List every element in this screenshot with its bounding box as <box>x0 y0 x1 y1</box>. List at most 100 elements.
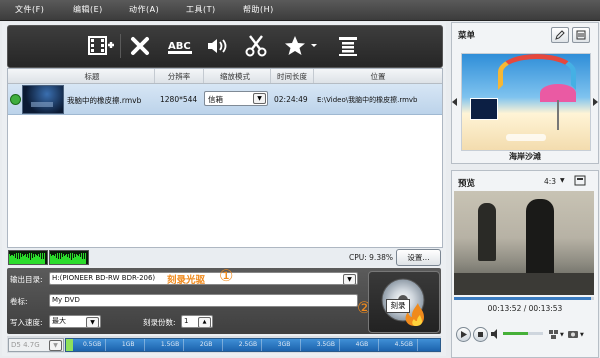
col-duration[interactable]: 时间长度 <box>271 71 313 82</box>
video-thumbnail <box>22 85 64 114</box>
output-dir-label: 输出目录: <box>10 275 43 284</box>
angle-icon[interactable] <box>548 328 560 340</box>
volume-label: 卷标: <box>10 297 28 306</box>
stop-icon[interactable] <box>473 327 488 342</box>
menu-file[interactable]: 文件(F) <box>15 4 44 15</box>
burn-label: 刻录 <box>386 299 410 313</box>
aspect-ratio[interactable]: 4:3 <box>544 177 556 186</box>
table-row[interactable]: 我脑中的橡皮擦.rmvb 1280*544 信箱 ▼ 02:24:49 E:\V… <box>8 84 442 115</box>
add-video-icon[interactable] <box>87 33 115 59</box>
next-arrow-icon[interactable] <box>592 98 598 106</box>
menu-nav-bar <box>506 134 546 141</box>
fullscreen-icon[interactable] <box>574 175 586 186</box>
col-zoom-mode[interactable]: 缩放模式 <box>204 71 266 82</box>
menu-bar: 文件(F) 编辑(E) 动作(A) 工具(T) 帮助(H) <box>0 0 600 21</box>
capacity-used <box>66 339 74 351</box>
seek-track[interactable] <box>454 297 594 300</box>
figure-left <box>478 203 496 261</box>
chevron-down-icon[interactable]: ▼ <box>560 177 565 184</box>
capacity-tick-label: 1.5GB <box>160 341 180 348</box>
menu-edit[interactable]: 编辑(E) <box>73 4 103 15</box>
chevron-down-icon[interactable]: ▼ <box>580 332 584 338</box>
volume-icon[interactable] <box>491 329 501 339</box>
prev-arrow-icon[interactable] <box>452 98 458 106</box>
status-bar: CPU: 9.38% 设置... <box>7 248 441 266</box>
volume-level <box>503 332 528 335</box>
cell-duration: 02:24:49 <box>274 95 308 104</box>
effects-icon[interactable] <box>282 33 322 59</box>
col-resolution[interactable]: 分辨率 <box>155 71 203 82</box>
chevron-down-icon[interactable]: ▼ <box>560 332 564 338</box>
edit-icon[interactable] <box>551 27 569 43</box>
list-icon[interactable] <box>572 27 590 43</box>
stepper-arrows-icon[interactable]: ▲ <box>198 317 211 327</box>
chevron-down-icon[interactable]: ▼ <box>253 93 266 104</box>
cell-resolution: 1280*544 <box>160 95 198 104</box>
capacity-tick-label: 3GB <box>277 341 291 348</box>
volume-value: My DVD <box>52 296 80 304</box>
menu-template-name: 海岸沙滩 <box>509 152 541 161</box>
capacity-tick <box>221 339 223 351</box>
audio-icon[interactable] <box>204 33 232 59</box>
thumbnail-frame <box>470 98 498 120</box>
preview-panel: 预览 4:3 ▼ 00:13:52 / 00:13:53 ▼ ▼ <box>451 170 599 358</box>
capacity-tick-label: 4GB <box>355 341 369 348</box>
chevron-down-icon[interactable]: ▼ <box>343 274 356 284</box>
write-speed-label: 写入速度: <box>10 318 43 327</box>
menu-help[interactable]: 帮助(H) <box>243 4 274 15</box>
copies-stepper[interactable]: 1 ▲ <box>181 315 213 328</box>
col-location[interactable]: 位置 <box>314 71 442 82</box>
capacity-tick <box>299 339 301 351</box>
video-preview[interactable] <box>454 191 594 295</box>
capacity-tick <box>260 339 262 351</box>
output-dir-value: H:(PIONEER BD-RW BDR-206) <box>52 274 156 282</box>
capacity-tick-label: 2.5GB <box>238 341 258 348</box>
capacity-tick-label: 0.5GB <box>82 341 102 348</box>
col-title[interactable]: 标题 <box>62 71 122 82</box>
volume-slider[interactable] <box>503 332 543 335</box>
menu-action[interactable]: 动作(A) <box>129 4 159 15</box>
play-icon[interactable] <box>456 327 471 342</box>
toolbar: ABC <box>7 25 443 68</box>
audio-meter-right <box>49 250 89 265</box>
capacity-tick <box>143 339 145 351</box>
svg-text:ABC: ABC <box>168 41 191 52</box>
menu-template-preview[interactable] <box>461 53 591 151</box>
zoom-mode-value: 信箱 <box>208 95 223 104</box>
file-table: 标题 分辨率 缩放模式 时间长度 位置 我脑中的橡皮擦.rmvb 1280*54… <box>7 68 443 248</box>
copies-value: 1 <box>184 317 189 325</box>
drive-annotation: 刻录光驱 <box>167 275 206 286</box>
rename-abc-icon[interactable]: ABC <box>166 33 194 59</box>
check-icon[interactable] <box>10 94 21 105</box>
capacity-tick <box>377 339 379 351</box>
delete-icon[interactable] <box>126 33 154 59</box>
capacity-tick-label: 3.5GB <box>316 341 336 348</box>
seek-progress <box>454 297 592 300</box>
settings-button[interactable]: 设置... <box>396 249 441 266</box>
capacity-tick <box>104 339 106 351</box>
burn-button[interactable]: 刻录 <box>368 271 440 333</box>
ground <box>454 273 594 295</box>
properties-icon[interactable] <box>334 33 362 59</box>
menu-tools[interactable]: 工具(T) <box>186 4 216 15</box>
cell-title: 我脑中的橡皮擦.rmvb <box>67 96 142 105</box>
cpu-usage: CPU: 9.38% <box>349 253 393 262</box>
capacity-tick <box>182 339 184 351</box>
chevron-down-icon[interactable]: ▼ <box>86 317 99 327</box>
write-speed-value: 最大 <box>52 317 66 325</box>
capacity-tick <box>338 339 340 351</box>
capacity-tick-label: 1GB <box>121 341 135 348</box>
audio-meter-left <box>8 250 48 265</box>
disc-type-select[interactable]: D5 4.7G ▼ <box>8 338 64 352</box>
camera-icon[interactable] <box>567 328 579 340</box>
write-speed-select[interactable]: 最大 ▼ <box>49 315 101 328</box>
capacity-tick <box>416 339 418 351</box>
time-display: 00:13:52 / 00:13:53 <box>487 304 563 313</box>
zoom-mode-select[interactable]: 信箱 ▼ <box>204 91 268 106</box>
volume-input[interactable]: My DVD <box>49 294 358 307</box>
capacity-bar: 0.5GB 1GB 1.5GB 2GB 2.5GB 3GB 3.5GB 4GB 4.5GB <box>65 338 441 352</box>
table-header: 标题 分辨率 缩放模式 时间长度 位置 <box>8 69 442 84</box>
figure-right <box>526 199 554 277</box>
cut-icon[interactable] <box>242 33 270 59</box>
chevron-down-icon[interactable]: ▼ <box>49 340 62 351</box>
